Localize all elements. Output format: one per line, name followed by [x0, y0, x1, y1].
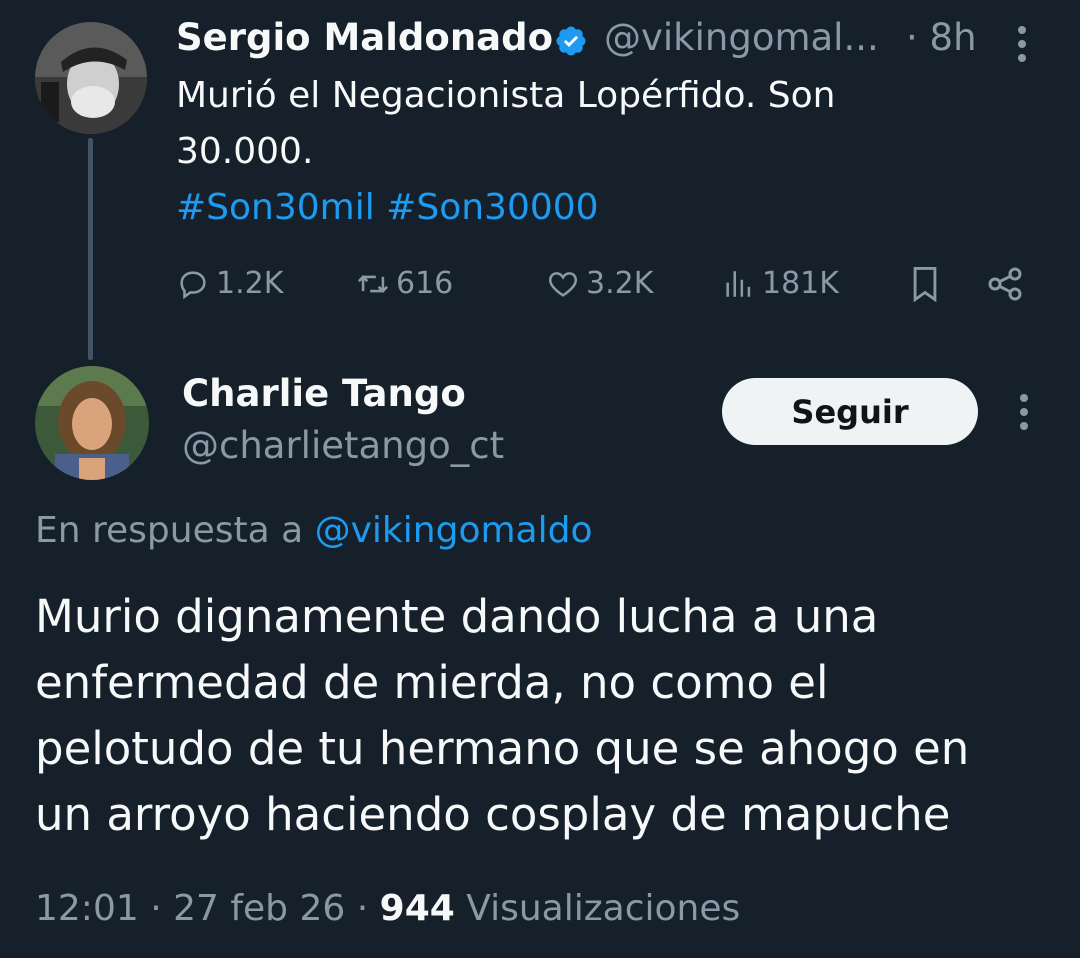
- reply-text-line: Murio dignamente dando lucha a una: [35, 590, 879, 643]
- reply-text-line: un arroyo haciendo cosplay de mapuche: [35, 788, 951, 841]
- tweet-text-line: 30.000.: [176, 131, 314, 172]
- like-action[interactable]: 3.2K: [546, 266, 653, 301]
- like-count: 3.2K: [586, 266, 654, 301]
- avatar-image: [35, 22, 147, 134]
- reply-tweet-text: Murio dignamente dando lucha a una enfer…: [35, 584, 1045, 848]
- tweet-meta: 12:01 · 27 feb 26 · 944 Visualizaciones: [35, 888, 740, 929]
- retweet-icon: [357, 274, 389, 293]
- follow-button[interactable]: Seguir: [722, 378, 978, 445]
- reply-icon: [180, 270, 206, 299]
- separator-dot: ·: [356, 888, 369, 929]
- reply-author-name[interactable]: Charlie Tango: [182, 372, 466, 415]
- reply-text-line: pelotudo de tu hermano que se ahogo en: [35, 722, 970, 775]
- reply-text-line: enfermedad de mierda, no como el: [35, 656, 829, 709]
- verified-badge-icon: [556, 26, 586, 56]
- heart-icon: [548, 271, 578, 297]
- reply-to-mention[interactable]: @vikingomaldo: [315, 510, 593, 551]
- views-chart-icon: [726, 270, 751, 297]
- reply-author-handle[interactable]: @charlietango_ct: [182, 424, 504, 467]
- tweet-date[interactable]: 27 feb 26: [173, 888, 345, 929]
- avatar-charlie[interactable]: [35, 366, 149, 480]
- retweet-count: 616: [396, 266, 454, 301]
- reply-more-options-icon[interactable]: [1012, 390, 1036, 434]
- views-action[interactable]: 181K: [722, 266, 839, 301]
- views-count: 944: [379, 888, 455, 929]
- tweet-text: Murió el Negacionista Lopérfido. Son 30.…: [176, 68, 1016, 236]
- more-options-icon[interactable]: [1010, 22, 1034, 66]
- tweet-time[interactable]: · 8h: [906, 16, 977, 59]
- thread-connector-line: [88, 138, 93, 360]
- tweet-time[interactable]: 12:01: [35, 888, 139, 929]
- avatar-sergio[interactable]: [35, 22, 147, 134]
- bookmark-icon[interactable]: [908, 264, 942, 304]
- author-handle[interactable]: @vikingomal...: [604, 16, 879, 59]
- reply-to-prefix: En respuesta a: [35, 510, 304, 551]
- views-label: Visualizaciones: [466, 888, 741, 929]
- retweet-action[interactable]: 616: [356, 266, 453, 301]
- hashtag-links[interactable]: #Son30mil #Son30000: [176, 180, 1016, 236]
- reply-action[interactable]: 1.2K: [176, 266, 283, 301]
- views-count: 181K: [762, 266, 839, 301]
- reply-count: 1.2K: [216, 266, 284, 301]
- author-name[interactable]: Sergio Maldonado: [176, 16, 553, 59]
- tweet-text-line: Murió el Negacionista Lopérfido. Son: [176, 75, 836, 116]
- separator-dot: ·: [150, 888, 162, 929]
- share-icon[interactable]: [985, 264, 1025, 304]
- reply-context: En respuesta a @vikingomaldo: [35, 510, 592, 551]
- avatar-image: [35, 366, 149, 480]
